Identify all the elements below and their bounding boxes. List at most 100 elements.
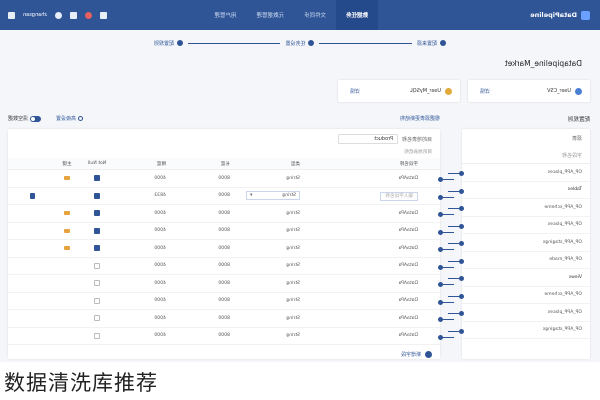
connector-line — [442, 284, 454, 285]
add-field-button[interactable]: 新增字段 — [8, 345, 440, 362]
user-name[interactable]: zhangsan — [23, 12, 47, 18]
step-source[interactable]: 配置来源 — [414, 39, 448, 47]
source-field-row[interactable]: OP_APP_places — [448, 164, 590, 182]
field-name-cell: DataAPa — [398, 228, 419, 234]
step-connector — [319, 42, 412, 44]
not-null-checkbox[interactable] — [94, 297, 100, 304]
field-type-cell: String — [286, 210, 300, 216]
target-table-name-input[interactable]: Product — [337, 134, 398, 144]
source-card[interactable]: User_MySQL 详情 — [338, 80, 460, 102]
target-field-row[interactable]: DataAPa String 8000 4000 — [8, 240, 454, 258]
field-name-cell: DataAPa — [398, 298, 419, 304]
rules-section-title: 配置规则 — [567, 117, 590, 123]
field-name-cell[interactable]: 输入字段名称 — [304, 191, 424, 201]
source-field-name: OP_APP_made — [549, 257, 582, 263]
key-icon[interactable] — [64, 246, 70, 251]
target-field-row[interactable]: DataAPa String 8000 4000 — [8, 275, 454, 293]
target-source-card[interactable]: User_CSV 详情 — [468, 80, 590, 102]
source-field-row[interactable]: OP_APP_places — [448, 216, 590, 234]
col-precision-header: 精度 — [156, 161, 166, 167]
target-table-header: 字段名称 类型 长度 精度 Not Null 主键 — [8, 158, 440, 170]
step-task-settings[interactable]: 任务设置 — [283, 39, 317, 47]
source-field-row[interactable]: OP_APP_scheme — [448, 286, 590, 304]
field-length-cell: 8000 — [218, 263, 230, 269]
field-precision-cell: 4000 — [154, 315, 166, 321]
target-field-row[interactable]: DataAPa String 8000 4000 — [8, 257, 454, 275]
target-structure-label: 目的地表结构 — [404, 150, 432, 155]
tab-file-sync[interactable]: 文件同步 — [294, 0, 336, 30]
key-icon[interactable] — [64, 176, 70, 181]
advanced-settings-button[interactable]: 高级设置 — [56, 115, 83, 122]
field-type-select[interactable]: String ▾ — [246, 191, 300, 201]
check-icon — [308, 40, 315, 46]
brand-logo[interactable]: DataPipeline — [530, 10, 590, 20]
connector-line — [448, 190, 460, 192]
target-field-row[interactable]: DataAPa String 8000 4000 — [8, 205, 454, 223]
field-type-cell[interactable]: String ▾ — [234, 191, 304, 201]
col-type-header: 类型 — [290, 161, 300, 167]
field-type-cell: String — [286, 245, 300, 251]
source-field-row[interactable]: OP_APP_places — [448, 304, 590, 322]
clear-data-toggle[interactable] — [29, 115, 41, 122]
page-title: Datapipeline_Market — [504, 59, 582, 68]
avatar[interactable] — [55, 11, 63, 19]
target-field-row[interactable]: DataAPa String 8000 4000 — [8, 327, 454, 345]
field-type-cell: String — [286, 228, 300, 234]
source-field-name: OP_APP_places — [547, 222, 582, 228]
col-notnull-header: Not Null — [87, 161, 107, 166]
menu-icon[interactable] — [8, 11, 15, 19]
step-rules[interactable]: 配置规则 — [151, 39, 185, 47]
target-field-row[interactable]: DataAPa String 8000 4000 — [8, 292, 454, 310]
action-cell — [14, 192, 52, 199]
connector-line — [448, 330, 460, 332]
field-type-cell: String — [286, 263, 300, 269]
not-null-checkbox[interactable] — [94, 332, 100, 339]
source-field-row[interactable]: Tables — [448, 181, 590, 199]
source-field-row[interactable]: OP_APP_stagings — [448, 234, 590, 252]
primary-key-cell — [52, 246, 82, 251]
field-name-cell: DataAPa — [398, 333, 419, 339]
target-detail-link[interactable]: 详情 — [480, 88, 490, 95]
chevron-down-icon: ▾ — [250, 193, 253, 199]
not-null-cell — [82, 210, 112, 217]
step-label: 配置来源 — [416, 40, 437, 47]
source-detail-link[interactable]: 详情 — [350, 88, 360, 95]
not-null-checkbox[interactable] — [94, 210, 100, 217]
tab-users[interactable]: 用户管理 — [204, 0, 246, 30]
field-precision-cell: 4000 — [154, 333, 166, 339]
not-null-checkbox[interactable] — [94, 245, 100, 252]
not-null-checkbox[interactable] — [94, 227, 100, 234]
source-field-row[interactable]: OP_APP_stagings — [448, 321, 590, 339]
source-field-row[interactable]: OP_APP_scheme — [448, 199, 590, 217]
notification-icon[interactable] — [85, 11, 93, 19]
update-structure-link[interactable]: 根据源表更新结构 — [400, 115, 440, 122]
connector-line — [448, 243, 460, 244]
source-field-row[interactable]: OP_APP_made — [448, 251, 590, 269]
field-name-input[interactable]: 输入字段名称 — [380, 191, 418, 201]
not-null-checkbox[interactable] — [94, 280, 100, 287]
not-null-checkbox[interactable] — [94, 262, 100, 269]
source-field-row[interactable]: Views — [448, 269, 590, 287]
delete-icon[interactable] — [30, 192, 36, 199]
target-field-row[interactable]: 输入字段名称 String ▾ 8000 4833 — [8, 187, 454, 205]
field-name-cell: DataAPa — [398, 280, 419, 286]
settings-icon[interactable] — [70, 11, 78, 19]
source-field-list: OP_APP_places Tables OP_APP_scheme OP_APP_p… — [448, 164, 590, 339]
field-type-cell: String — [286, 175, 300, 181]
connector-line — [448, 173, 460, 174]
help-icon[interactable] — [100, 11, 108, 19]
not-null-checkbox[interactable] — [94, 175, 100, 182]
tab-data-tasks[interactable]: 数据任务 — [335, 0, 378, 30]
key-icon[interactable] — [64, 228, 70, 233]
target-field-row[interactable]: DataAPa String 8000 4000 — [8, 170, 454, 188]
key-icon[interactable] — [64, 211, 70, 216]
not-null-checkbox[interactable] — [94, 192, 100, 199]
not-null-cell — [82, 227, 112, 234]
not-null-checkbox[interactable] — [94, 315, 100, 322]
target-field-row[interactable]: DataAPa String 8000 4000 — [8, 222, 454, 240]
tab-metadata[interactable]: 元数据管理 — [246, 0, 294, 30]
step-current-icon — [177, 40, 183, 46]
field-name-cell: DataAPa — [398, 210, 419, 216]
target-field-row[interactable]: DataAPa String 8000 4000 — [8, 310, 454, 328]
connector-line — [442, 249, 454, 250]
